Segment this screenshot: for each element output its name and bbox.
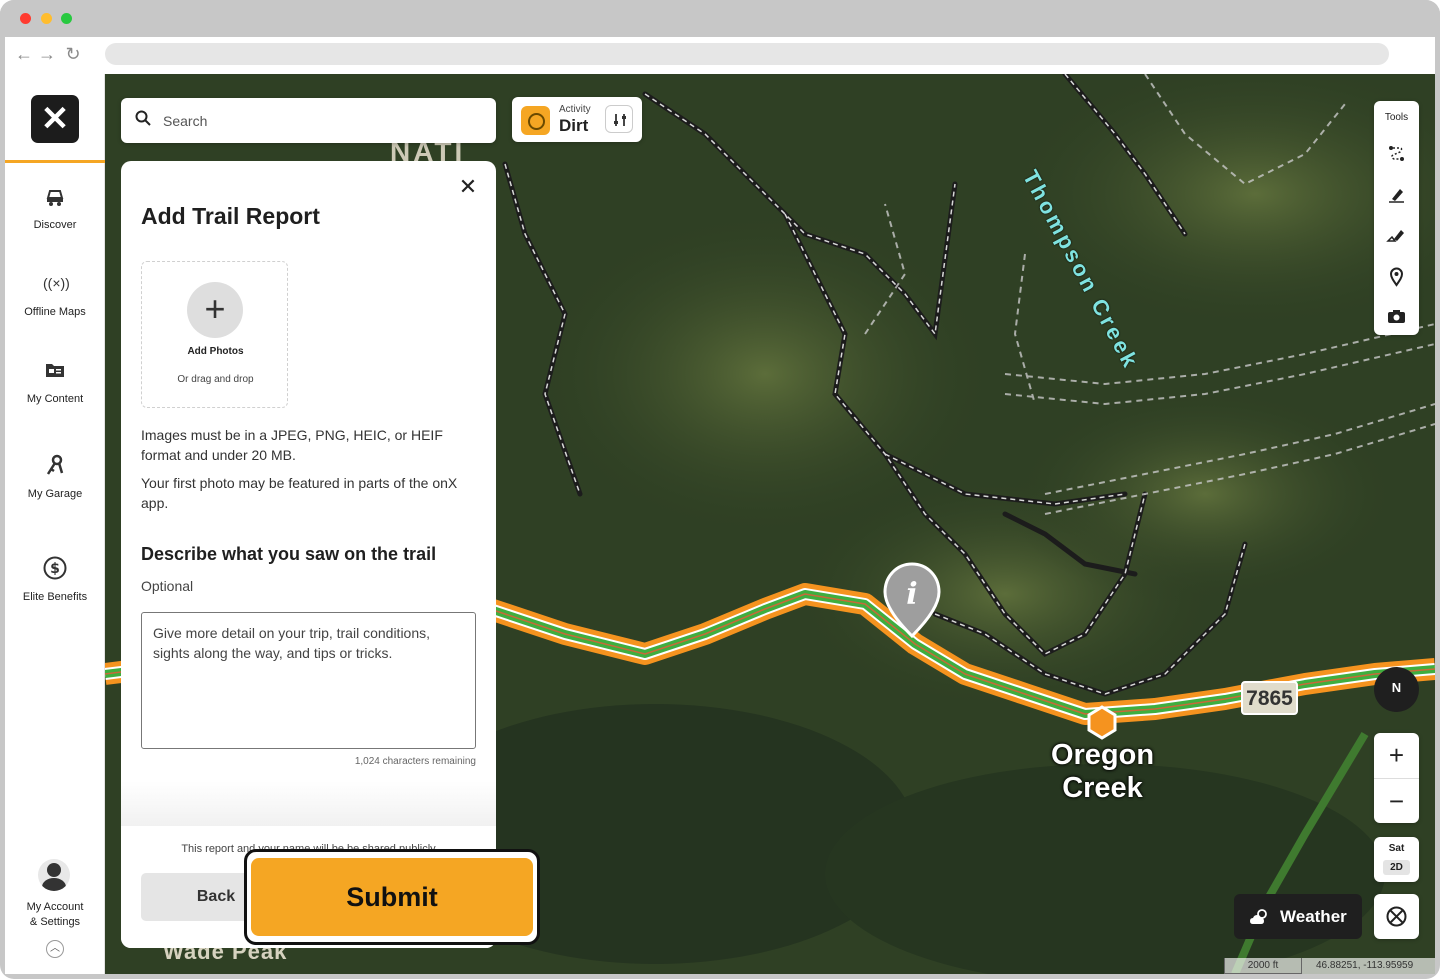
search-icon (135, 110, 151, 126)
trail-report-panel: ✕ Add Trail Report + Add Photos Or drag … (121, 161, 496, 948)
camera-icon[interactable] (1384, 304, 1409, 329)
map-scale: 2000 ft 46.88251, -113.95959 (1224, 958, 1435, 974)
sidebar-item-label: Discover (33, 219, 77, 231)
sidebar-item-label: Offline Maps (24, 306, 86, 318)
avatar[interactable] (38, 859, 70, 891)
characters-remaining: 1,024 characters remaining (354, 756, 476, 767)
weather-label: Weather (1280, 907, 1347, 926)
crosshair-icon (1386, 906, 1407, 927)
forward-arrow-icon[interactable]: → (36, 43, 58, 65)
compass-north-label: N (1391, 680, 1402, 695)
drag-drop-label: Or drag and drop (177, 374, 254, 385)
app-area: i 7865 Oregon Creek Thompson Creek NATI … (5, 74, 1435, 974)
account-label-line1: My Account (26, 901, 84, 913)
place-marker-icon[interactable] (1087, 705, 1117, 740)
address-bar[interactable] (105, 43, 1389, 65)
sidebar-item-my-garage[interactable]: My Garage (5, 453, 105, 501)
search-input[interactable] (163, 110, 483, 132)
panel-scroll-fade (121, 781, 496, 826)
logo-area: ✕ (5, 74, 105, 163)
app-logo-close-icon[interactable]: ✕ (31, 95, 79, 143)
reload-icon[interactable]: ↻ (62, 43, 84, 65)
optional-label: Optional (141, 578, 194, 594)
photo-format-info: Images must be in a JPEG, PNG, HEIC, or … (141, 427, 443, 463)
pencil-area-icon[interactable] (1384, 223, 1409, 248)
page-title: Add Trail Report (141, 203, 320, 229)
weather-button[interactable]: Weather (1234, 894, 1362, 939)
layer-mode-label: 2D (1383, 860, 1410, 875)
activity-selector[interactable]: Activity Dirt (512, 97, 642, 142)
tools-panel: Tools (1374, 101, 1419, 335)
sidebar-item-elite-benefits[interactable]: $ Elite Benefits (5, 556, 105, 604)
tools-label: Tools (1384, 112, 1409, 123)
activity-label: Activity (559, 104, 591, 115)
trail-description-field[interactable] (141, 612, 476, 749)
garage-keys-icon (43, 453, 67, 477)
sidebar-item-label: My Garage (27, 488, 83, 500)
title-bar (0, 0, 1440, 37)
compass-button[interactable]: N (1374, 667, 1419, 712)
place-label-line2: Creek (1062, 772, 1143, 804)
photo-featured-info: Your first photo may be featured in part… (141, 475, 458, 511)
submit-button[interactable]: Submit (251, 858, 533, 936)
svg-text:$: $ (50, 561, 60, 577)
account-label-line2: & Settings (29, 916, 81, 928)
folder-card-icon (43, 358, 67, 382)
sidebar-item-my-content[interactable]: My Content (5, 358, 105, 406)
zoom-out-button[interactable]: − (1374, 778, 1419, 823)
place-label-line1: Oregon (1050, 739, 1155, 771)
maximize-window-button[interactable] (61, 13, 72, 24)
layer-sat-label: Sat (1388, 843, 1405, 854)
sidebar-item-discover[interactable]: Discover (5, 184, 105, 232)
sidebar-item-offline-maps[interactable]: ((×)) Offline Maps (5, 271, 105, 319)
pencil-line-icon[interactable] (1384, 182, 1409, 207)
add-photos-label: Add Photos (187, 346, 244, 357)
cloud-sun-icon (1250, 909, 1267, 924)
route-icon[interactable] (1384, 141, 1409, 166)
locate-button[interactable] (1374, 894, 1419, 939)
scale-distance: 2000 ft (1224, 958, 1302, 974)
photo-dropzone[interactable]: + Add Photos Or drag and drop (141, 261, 288, 408)
plus-icon[interactable]: + (187, 282, 243, 338)
sidebar: ✕ Discover ((×)) Offline Maps My Content (5, 74, 105, 974)
place-label: Oregon Creek (1045, 739, 1160, 805)
offline-signal-icon: ((×)) (43, 275, 70, 291)
road-number-label: 7865 (1246, 687, 1293, 710)
map-layer-button[interactable]: Sat 2D (1374, 837, 1419, 882)
coordinates-readout: 46.88251, -113.95959 (1316, 960, 1414, 971)
sidebar-item-account-settings[interactable]: My Account & Settings (5, 900, 105, 930)
close-icon[interactable]: ✕ (456, 175, 480, 199)
map-pin-icon[interactable] (1384, 264, 1409, 289)
minimize-window-button[interactable] (41, 13, 52, 24)
zoom-control: + − (1374, 733, 1419, 823)
close-window-button[interactable] (20, 13, 31, 24)
dollar-circle-icon: $ (43, 556, 67, 580)
chevron-up-icon[interactable]: ︿ (46, 940, 64, 958)
filter-sliders-icon[interactable] (605, 105, 633, 133)
browser-toolbar: ← → ↻ (5, 37, 1435, 74)
activity-value: Dirt (559, 116, 589, 135)
browser-window: ← → ↻ i 7865 Oregon Creek Thompson Creek… (0, 0, 1440, 979)
describe-heading: Describe what you saw on the trail (141, 544, 437, 564)
zoom-in-button[interactable]: + (1374, 733, 1419, 778)
sidebar-item-label: My Content (26, 393, 84, 405)
svg-text:i: i (906, 577, 917, 612)
search-bar (121, 98, 496, 143)
sidebar-item-label: Elite Benefits (22, 591, 88, 603)
back-arrow-icon[interactable]: ← (13, 43, 35, 65)
dirt-activity-icon (521, 106, 550, 135)
offroad-car-icon (43, 184, 67, 208)
